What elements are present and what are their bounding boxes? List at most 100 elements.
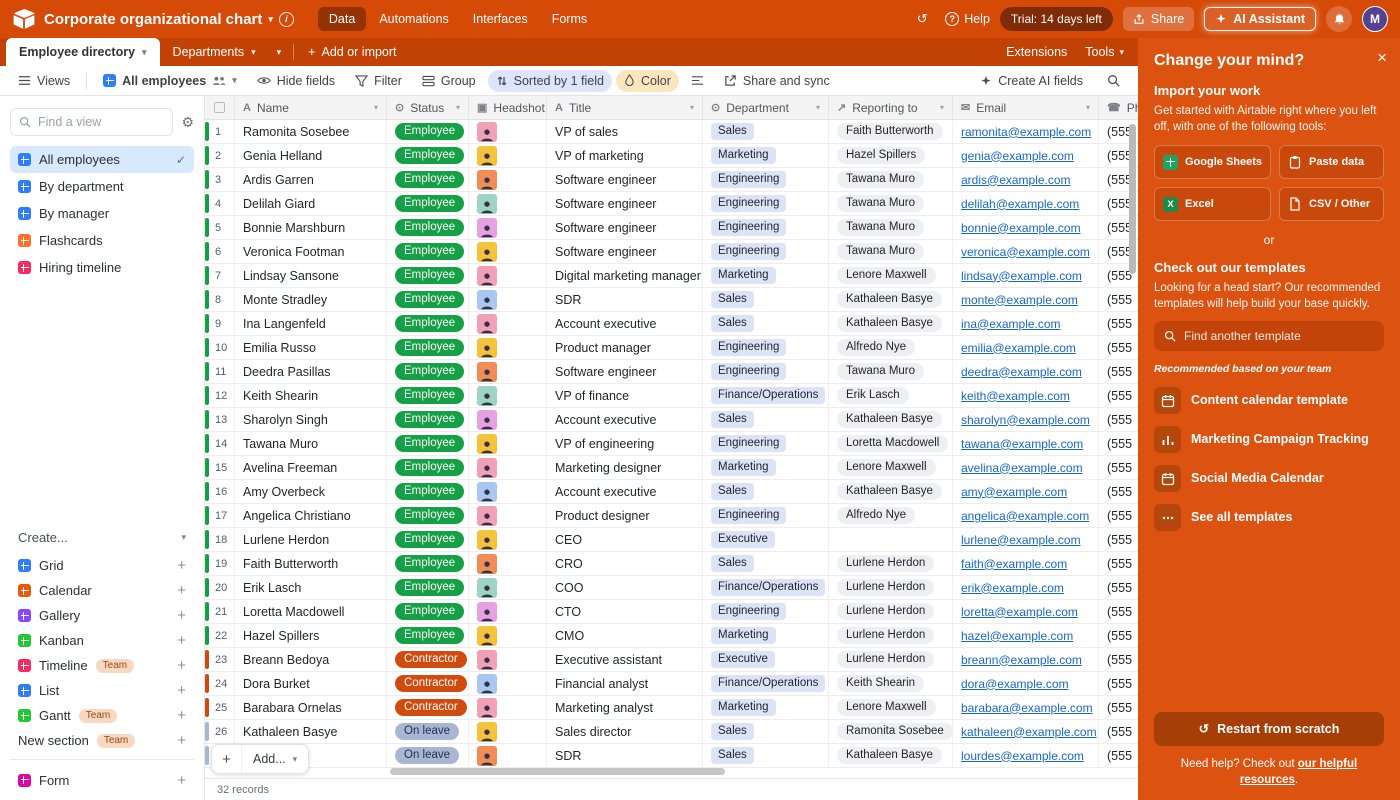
reporting-to-cell[interactable]: Keith Shearin <box>829 672 953 695</box>
sidebar-item-hiring-timeline[interactable]: Hiring timeline <box>10 254 194 281</box>
name-cell[interactable]: Avelina Freeman <box>235 456 387 479</box>
department-cell[interactable]: Finance/Operations <box>703 384 829 407</box>
reporting-to-cell[interactable]: Lurlene Herdon <box>829 552 953 575</box>
help-button[interactable]: ? Help <box>945 12 990 26</box>
status-cell[interactable]: Employee <box>387 168 469 191</box>
title-cell[interactable]: Digital marketing manager <box>547 264 703 287</box>
email-link[interactable]: sharolyn@example.com <box>961 413 1090 427</box>
title-cell[interactable]: SDR <box>547 288 703 311</box>
department-cell[interactable]: Finance/Operations <box>703 576 829 599</box>
phone-cell[interactable]: (555 <box>1099 480 1138 503</box>
email-link[interactable]: bonnie@example.com <box>961 221 1081 235</box>
row-number-cell[interactable]: 3 <box>205 168 235 191</box>
name-cell[interactable]: Barabara Ornelas <box>235 696 387 719</box>
color-button[interactable]: Color <box>615 69 679 92</box>
plus-icon[interactable]: + <box>177 682 186 699</box>
department-cell[interactable]: Sales <box>703 312 829 335</box>
plus-icon[interactable]: + <box>177 657 186 674</box>
email-cell[interactable]: lourdes@example.com <box>953 744 1099 767</box>
select-all-checkbox[interactable] <box>205 96 235 119</box>
headshot-cell[interactable] <box>469 168 547 191</box>
row-number-cell[interactable]: 4 <box>205 192 235 215</box>
template-content-calendar-template[interactable]: Content calendar template <box>1154 387 1348 415</box>
phone-cell[interactable]: (555 <box>1099 336 1138 359</box>
tools-button[interactable]: Tools ▾ <box>1085 45 1124 59</box>
email-cell[interactable]: monte@example.com <box>953 288 1099 311</box>
email-link[interactable]: barabara@example.com <box>961 701 1093 715</box>
headshot-cell[interactable] <box>469 264 547 287</box>
row-number-cell[interactable]: 20 <box>205 576 235 599</box>
status-cell[interactable]: Contractor <box>387 672 469 695</box>
phone-cell[interactable]: (555 <box>1099 312 1138 335</box>
row-height-button[interactable] <box>683 71 712 90</box>
email-link[interactable]: amy@example.com <box>961 485 1067 499</box>
notifications-button[interactable] <box>1326 6 1352 32</box>
headshot-cell[interactable] <box>469 696 547 719</box>
title-cell[interactable]: Software engineer <box>547 360 703 383</box>
name-cell[interactable]: Genia Helland <box>235 144 387 167</box>
phone-cell[interactable]: (555 <box>1099 720 1138 743</box>
reporting-to-cell[interactable] <box>829 528 953 551</box>
department-cell[interactable]: Engineering <box>703 360 829 383</box>
department-cell[interactable]: Engineering <box>703 600 829 623</box>
row-number-cell[interactable]: 8 <box>205 288 235 311</box>
email-link[interactable]: tawana@example.com <box>961 437 1083 451</box>
phone-cell[interactable]: (555 <box>1099 360 1138 383</box>
row-number-cell[interactable]: 17 <box>205 504 235 527</box>
status-cell[interactable]: On leave <box>387 720 469 743</box>
email-cell[interactable]: avelina@example.com <box>953 456 1099 479</box>
reporting-to-cell[interactable]: Kathaleen Basye <box>829 288 953 311</box>
email-link[interactable]: ramonita@example.com <box>961 125 1091 139</box>
name-cell[interactable]: Tawana Muro <box>235 432 387 455</box>
email-cell[interactable]: emilia@example.com <box>953 336 1099 359</box>
phone-cell[interactable]: (555 <box>1099 576 1138 599</box>
status-cell[interactable]: Employee <box>387 144 469 167</box>
plus-icon[interactable]: + <box>177 772 186 789</box>
reporting-to-cell[interactable]: Kathaleen Basye <box>829 480 953 503</box>
column-header-reporting-to[interactable]: ↗ Reporting to ▾ <box>829 96 953 119</box>
reporting-to-cell[interactable]: Lenore Maxwell <box>829 264 953 287</box>
name-cell[interactable]: Bonnie Marshburn <box>235 216 387 239</box>
status-cell[interactable]: Employee <box>387 384 469 407</box>
status-cell[interactable]: Employee <box>387 408 469 431</box>
create-item-list[interactable]: List + <box>10 678 194 703</box>
email-cell[interactable]: lurlene@example.com <box>953 528 1099 551</box>
title-cell[interactable]: Software engineer <box>547 240 703 263</box>
reporting-to-cell[interactable]: Ramonita Sosebee <box>829 720 953 743</box>
email-cell[interactable]: delilah@example.com <box>953 192 1099 215</box>
info-icon[interactable]: i <box>278 11 294 27</box>
email-cell[interactable]: hazel@example.com <box>953 624 1099 647</box>
name-cell[interactable]: Kathaleen Basye <box>235 720 387 743</box>
headshot-cell[interactable] <box>469 216 547 239</box>
headshot-cell[interactable] <box>469 744 547 767</box>
headshot-cell[interactable] <box>469 576 547 599</box>
topnav-forms[interactable]: Forms <box>541 7 598 31</box>
department-cell[interactable]: Engineering <box>703 432 829 455</box>
reporting-to-cell[interactable]: Hazel Spillers <box>829 144 953 167</box>
add-record-button[interactable]: + <box>212 745 242 773</box>
add-record-menu-button[interactable]: Add... ▾ <box>242 752 308 766</box>
email-cell[interactable]: deedra@example.com <box>953 360 1099 383</box>
name-cell[interactable]: Hazel Spillers <box>235 624 387 647</box>
column-header-status[interactable]: ⊙ Status ▾ <box>387 96 469 119</box>
status-cell[interactable]: Employee <box>387 312 469 335</box>
headshot-cell[interactable] <box>469 504 547 527</box>
department-cell[interactable]: Sales <box>703 480 829 503</box>
topnav-automations[interactable]: Automations <box>368 7 459 31</box>
reporting-to-cell[interactable]: Erik Lasch <box>829 384 953 407</box>
reporting-to-cell[interactable]: Tawana Muro <box>829 168 953 191</box>
status-cell[interactable]: Employee <box>387 240 469 263</box>
status-cell[interactable]: Employee <box>387 528 469 551</box>
create-item-calendar[interactable]: Calendar + <box>10 578 194 603</box>
title-cell[interactable]: SDR <box>547 744 703 767</box>
email-link[interactable]: lurlene@example.com <box>961 533 1081 547</box>
department-cell[interactable]: Marketing <box>703 624 829 647</box>
email-link[interactable]: kathaleen@example.com <box>961 725 1097 739</box>
phone-cell[interactable]: (555 <box>1099 288 1138 311</box>
import-tool-csv-other[interactable]: CSV / Other <box>1279 187 1384 222</box>
close-icon[interactable]: × <box>1377 48 1387 68</box>
row-number-cell[interactable]: 5 <box>205 216 235 239</box>
name-cell[interactable]: Dora Burket <box>235 672 387 695</box>
reporting-to-cell[interactable]: Tawana Muro <box>829 216 953 239</box>
headshot-cell[interactable] <box>469 648 547 671</box>
